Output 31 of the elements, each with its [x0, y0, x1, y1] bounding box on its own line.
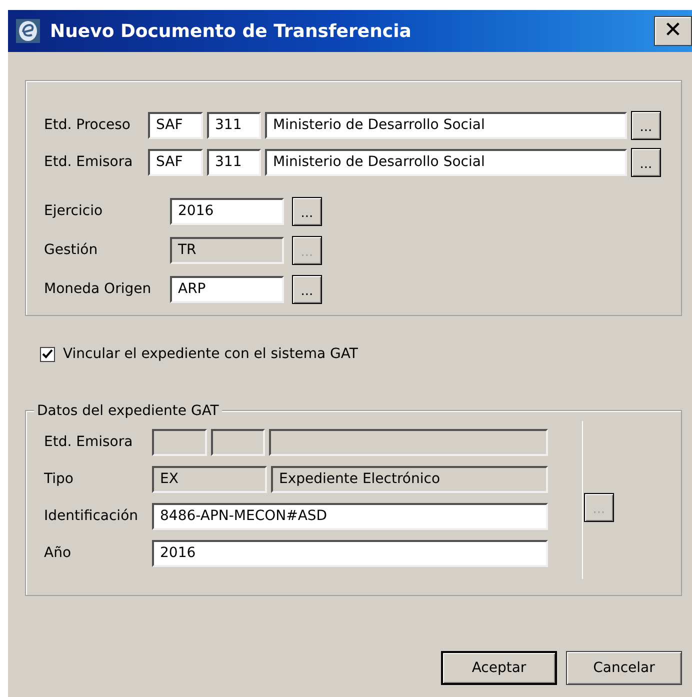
dialog-button[interactable]: Aceptar — [441, 651, 557, 685]
field-label: Etd. Emisora — [44, 433, 134, 452]
text-field[interactable]: 311 — [207, 149, 261, 176]
field-label: Etd. Proceso — [44, 116, 132, 135]
field-label: Etd. Emisora — [44, 153, 134, 172]
text-field[interactable]: SAF — [148, 149, 203, 176]
close-button[interactable]: ✕ — [654, 16, 692, 46]
field-label: Identificación — [44, 507, 140, 526]
field-label: Año — [44, 544, 72, 563]
field-label: Moneda Origen — [44, 280, 152, 299]
text-field[interactable]: Ministerio de Desarrollo Social — [265, 112, 627, 139]
app-logo-icon — [16, 19, 40, 43]
text-field[interactable]: SAF — [148, 112, 203, 139]
checkbox-label: Vincular el expediente con el sistema GAT — [63, 345, 358, 364]
checkbox[interactable] — [40, 347, 55, 362]
browse-button[interactable]: ... — [631, 148, 661, 177]
text-field[interactable]: 8486-APN-MECON#ASD — [152, 503, 548, 530]
text-field[interactable]: Ministerio de Desarrollo Social — [265, 149, 627, 176]
window-title: Nuevo Documento de Transferencia — [50, 20, 412, 44]
text-field[interactable]: ARP — [170, 276, 284, 303]
field-label: Ejercicio — [44, 202, 104, 221]
browse-button[interactable]: ... — [292, 197, 322, 226]
text-field[interactable]: 311 — [207, 112, 261, 139]
browse-button[interactable]: ... — [631, 111, 661, 140]
dialog-button[interactable]: Cancelar — [566, 651, 682, 685]
browse-button[interactable]: ... — [292, 275, 322, 304]
checkmark-icon — [42, 349, 53, 360]
field-label: Gestión — [44, 241, 99, 260]
text-field[interactable]: 2016 — [152, 540, 548, 567]
text-field[interactable]: 2016 — [170, 198, 284, 225]
field-label: Tipo — [44, 470, 74, 489]
